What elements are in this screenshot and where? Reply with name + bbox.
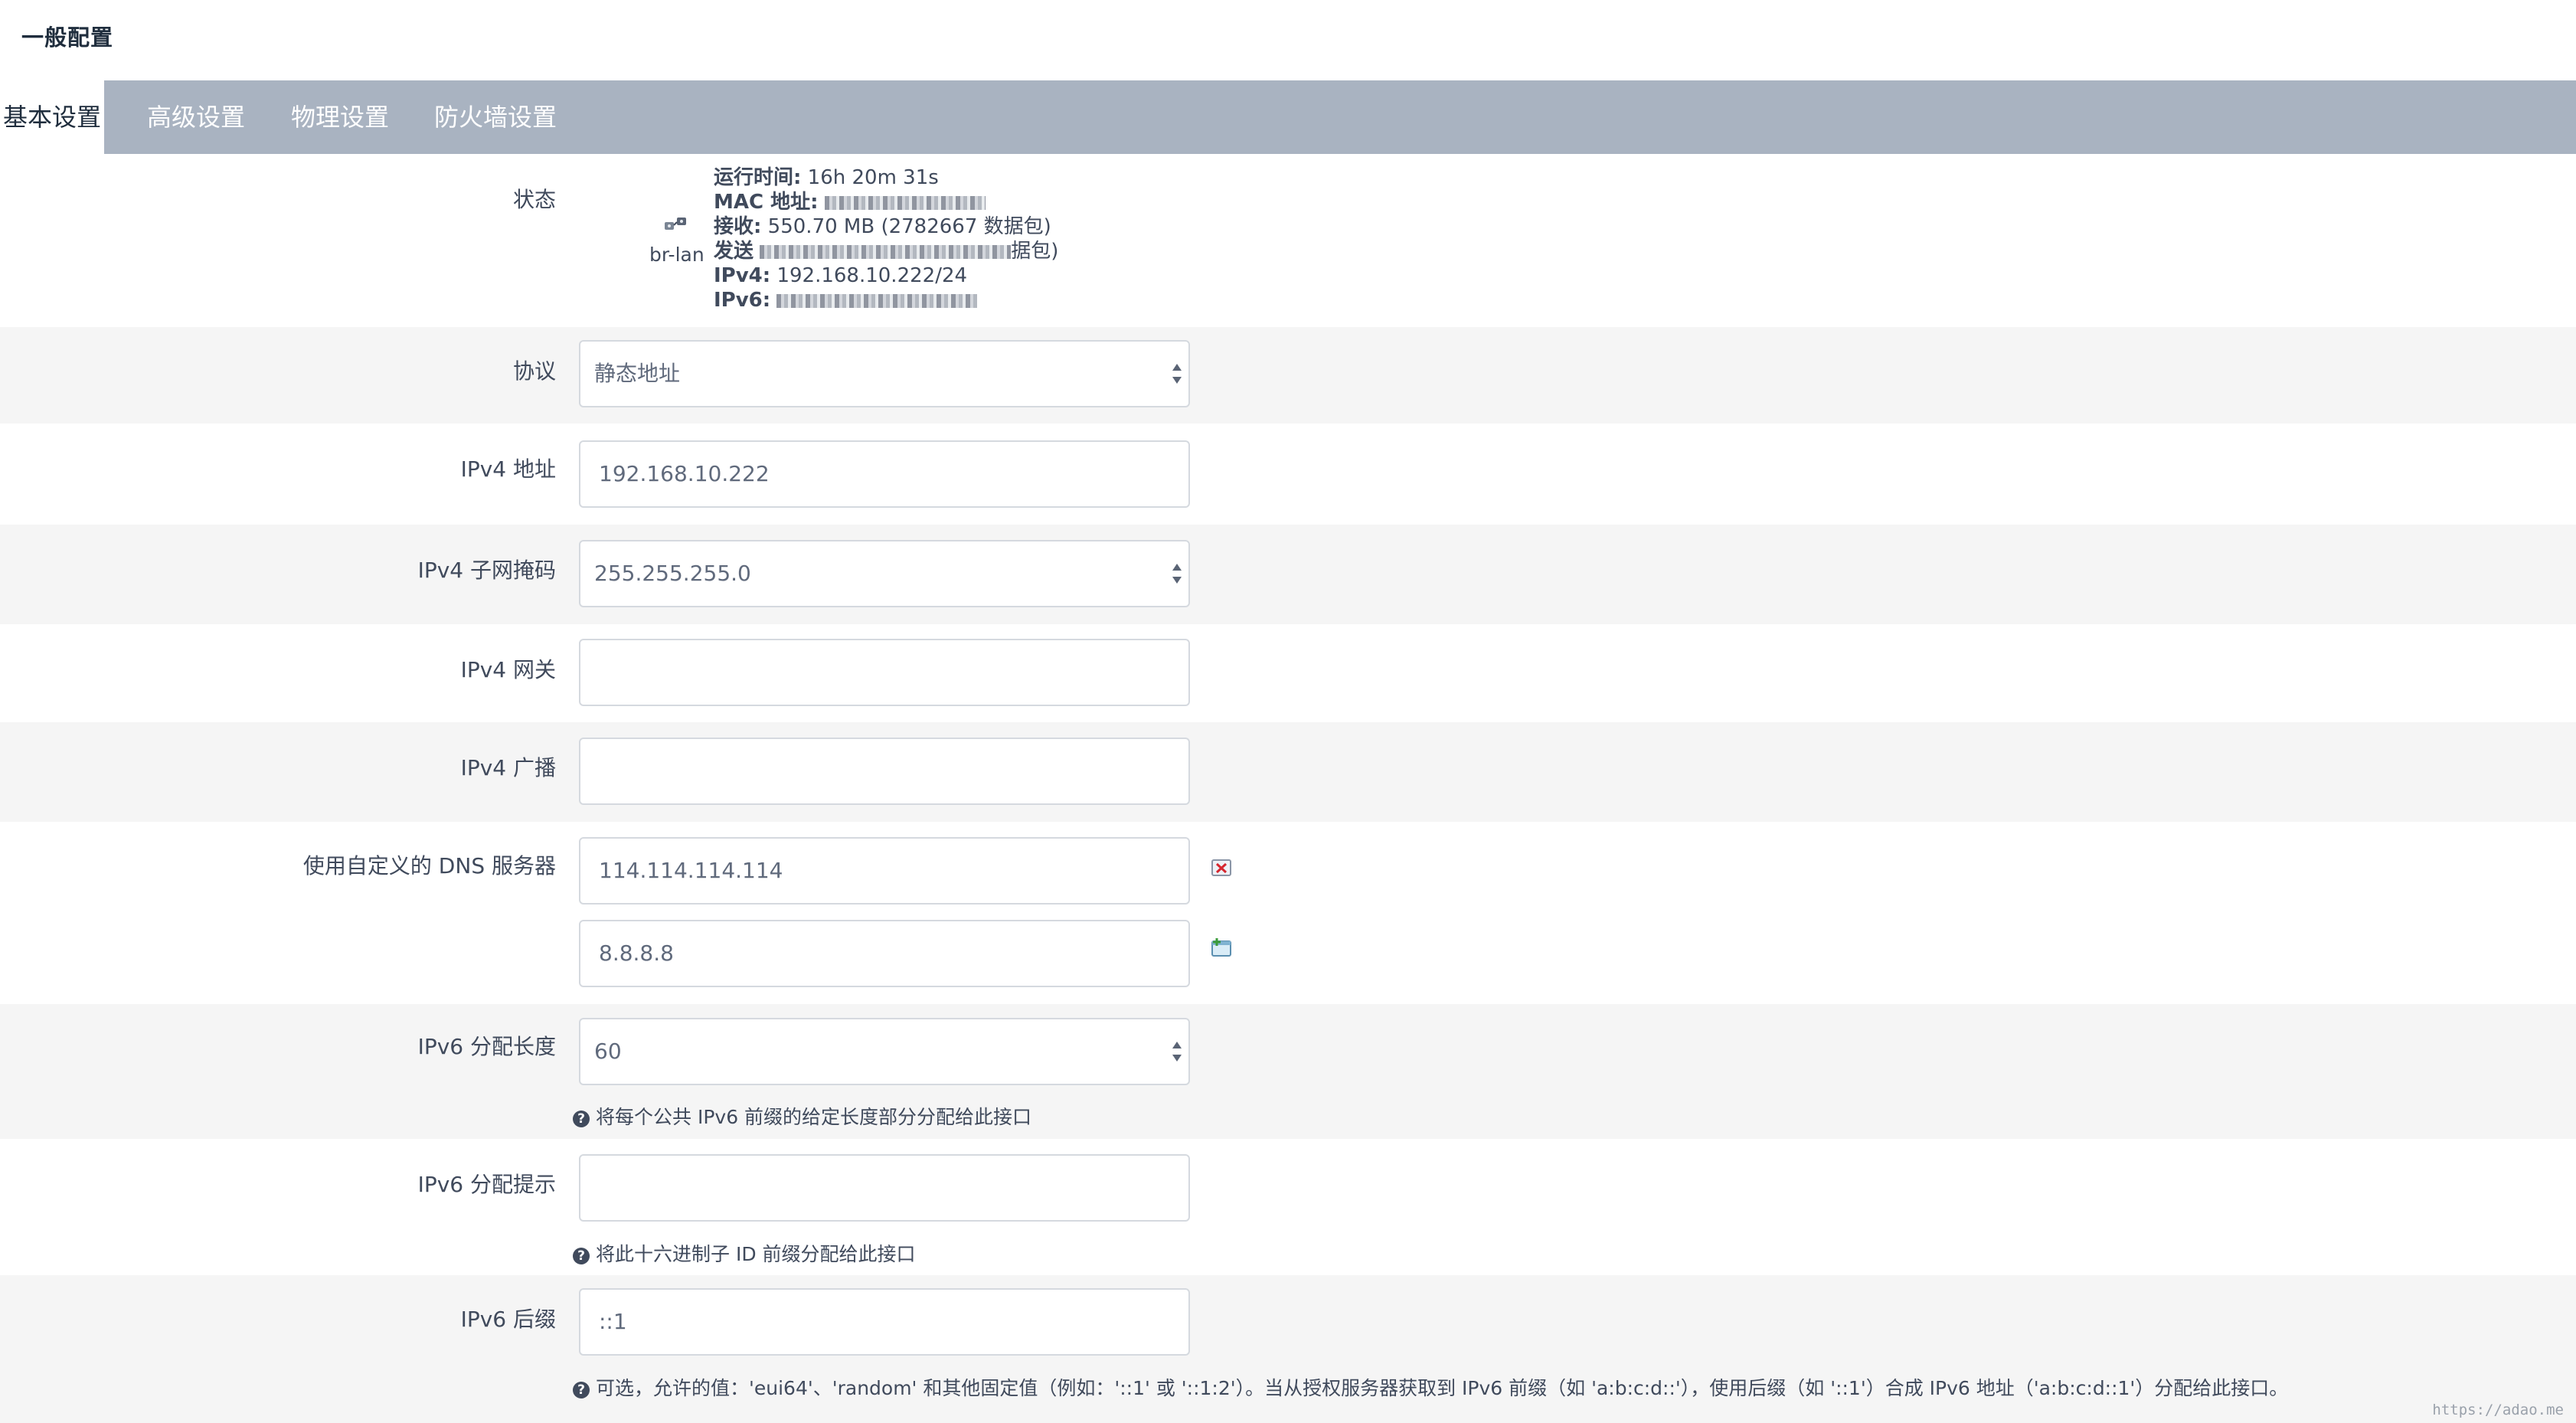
ipv6-key: IPv6: [714,289,771,312]
ipv4-broadcast-label: IPv4 广播 [460,755,556,780]
ipv6-assign-hint-hint: ? 将此十六进制子 ID 前缀分配给此接口 [573,1239,916,1267]
help-icon: ? [573,1248,590,1264]
tab-firewall-settings[interactable]: 防火墙设置 [434,80,557,154]
protocol-label: 协议 [512,358,556,384]
dns-label: 使用自定义的 DNS 服务器 [302,853,556,878]
tx-value-redacted [760,245,1012,259]
ipv4-address-input[interactable]: 192.168.10.222 [579,440,1190,508]
network-interface-icon [665,218,686,230]
status-label: 状态 [512,187,556,212]
ipv6-assign-length-select[interactable]: 60 [579,1018,1190,1085]
ipv6-suffix-row: IPv6 后缀 ::1 ? 可选，允许的值：'eui64'、'random' 和其… [0,1275,2576,1423]
mac-value-redacted [824,196,986,210]
ipv6-value-redacted [776,294,978,308]
remove-entry-icon[interactable] [1211,858,1231,878]
ipv6-assign-hint-row: IPv6 分配提示 ? 将此十六进制子 ID 前缀分配给此接口 [0,1139,2576,1275]
ipv4-address-label: IPv4 地址 [460,456,556,482]
help-icon: ? [573,1111,590,1127]
ipv4-netmask-label: IPv4 子网掩码 [417,558,556,583]
ipv6-assign-hint-label: IPv6 分配提示 [417,1172,556,1197]
protocol-select-value: 静态地址 [594,361,681,386]
tab-basic-settings[interactable]: 基本设置 [0,80,105,154]
ipv6-suffix-input[interactable]: ::1 [579,1288,1190,1356]
uptime-value: 16h 20m 31s [807,166,939,189]
dns-input-2[interactable]: 8.8.8.8 [579,920,1190,987]
ipv6-assign-length-row: IPv6 分配长度 60 ? 将每个公共 IPv6 前缀的给定长度部分分配给此接口 [0,1004,2576,1139]
ipv6-suffix-hint-text: 可选，允许的值：'eui64'、'random' 和其他固定值（例如：'::1'… [596,1377,2289,1399]
help-icon: ? [573,1382,590,1398]
page-title: 一般配置 [21,25,114,51]
ipv4-gateway-input[interactable] [579,639,1190,706]
protocol-row: 协议 静态地址 [0,327,2576,424]
ipv4-broadcast-row: IPv4 广播 [0,722,2576,822]
status-interface-name: br-lan [649,244,704,266]
dns-input-1[interactable]: 114.114.114.114 [579,837,1190,905]
ipv4-gateway-label: IPv4 网关 [460,657,556,682]
ipv6-assign-length-hint: ? 将每个公共 IPv6 前缀的给定长度部分分配给此接口 [573,1102,1031,1130]
ipv6-assign-length-label: IPv6 分配长度 [417,1034,556,1059]
ipv4-value: 192.168.10.222/24 [776,264,968,287]
tab-advanced-settings[interactable]: 高级设置 [147,80,245,154]
tab-bar: 基本设置 高级设置 物理设置 防火墙设置 [0,80,2576,154]
ipv4-netmask-value: 255.255.255.0 [594,561,751,586]
select-arrows-icon [1172,362,1182,385]
tx-value-tail: 据包) [1011,240,1059,263]
add-entry-icon[interactable] [1211,937,1231,957]
ipv4-address-row: IPv4 地址 192.168.10.222 [0,424,2576,525]
status-row: 状态 [0,154,2576,327]
ipv6-assign-hint-hint-text: 将此十六进制子 ID 前缀分配给此接口 [596,1243,916,1265]
ipv6-suffix-hint: ? 可选，允许的值：'eui64'、'random' 和其他固定值（例如：'::1… [573,1373,2288,1401]
protocol-select[interactable]: 静态地址 [579,340,1190,407]
uptime-key: 运行时间: [714,166,802,189]
tab-physical-settings[interactable]: 物理设置 [291,80,389,154]
ipv4-gateway-row: IPv4 网关 [0,624,2576,722]
ipv4-netmask-row: IPv4 子网掩码 255.255.255.0 [0,525,2576,624]
dns-row: 使用自定义的 DNS 服务器 114.114.114.114 8.8.8.8 [0,822,2576,1004]
ipv6-assign-length-hint-text: 将每个公共 IPv6 前缀的给定长度部分分配给此接口 [596,1106,1032,1128]
ipv6-assign-length-value: 60 [594,1039,622,1064]
ipv6-suffix-label: IPv6 后缀 [460,1307,556,1332]
select-arrows-icon [1172,562,1182,585]
watermark: https://adao.me [2432,1402,2564,1418]
rx-value: 550.70 MB (2782667 数据包) [767,215,1051,238]
tx-key: 发送 [714,240,754,263]
ipv4-broadcast-input[interactable] [579,738,1190,805]
ipv4-key: IPv4: [714,264,771,287]
ipv6-assign-hint-input[interactable] [579,1154,1190,1222]
ipv4-netmask-select[interactable]: 255.255.255.0 [579,540,1190,607]
rx-key: 接收: [714,215,762,238]
mac-key: MAC 地址: [714,191,819,214]
select-arrows-icon [1172,1040,1182,1063]
status-details: 运行时间: 16h 20m 31s MAC 地址: 接收: 550.70 MB … [714,165,1058,312]
